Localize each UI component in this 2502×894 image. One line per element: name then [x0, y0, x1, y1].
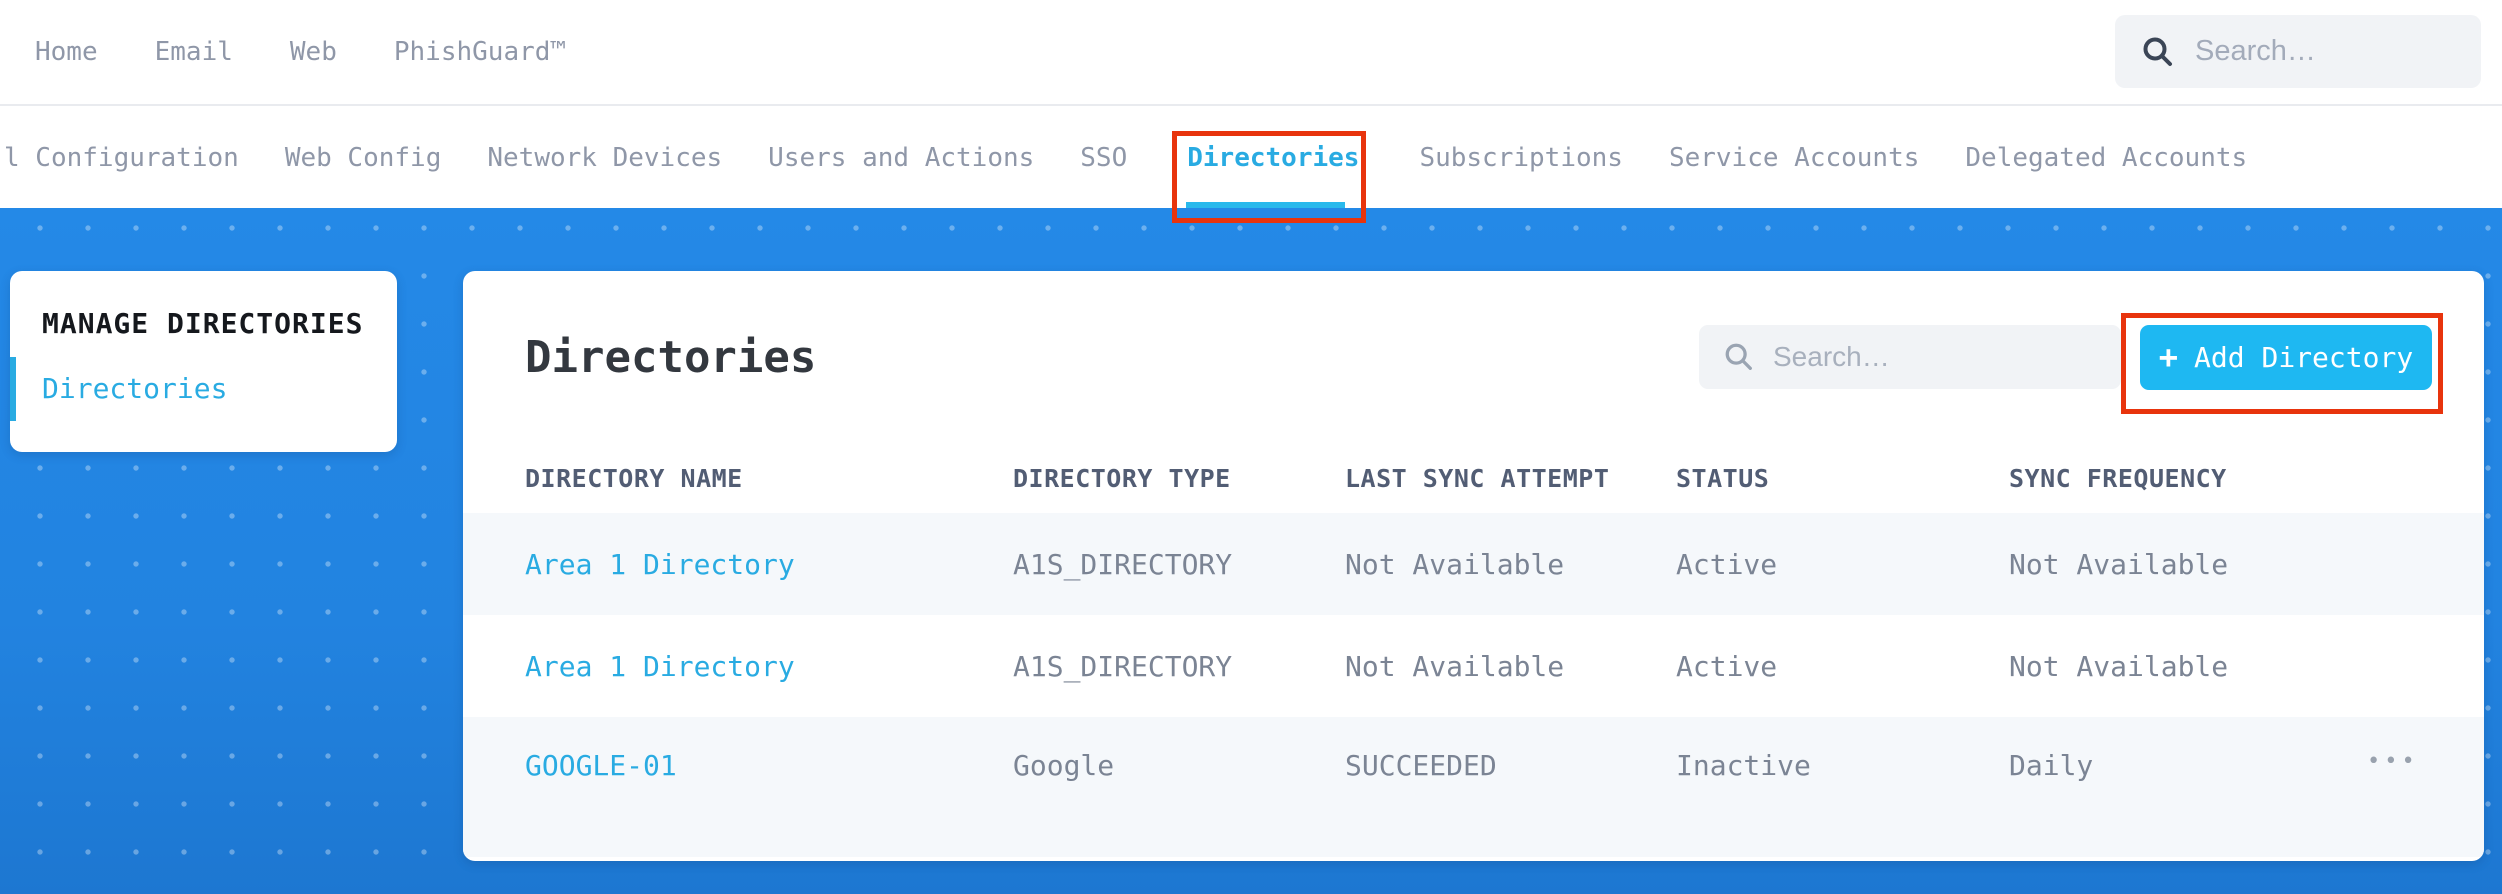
- status-cell: Inactive: [1676, 749, 1811, 782]
- column-header-last-sync: LAST SYNC ATTEMPT: [1345, 463, 1610, 493]
- tab-subscriptions[interactable]: Subscriptions: [1419, 143, 1623, 173]
- row-actions-menu-icon[interactable]: •••: [2367, 749, 2419, 774]
- last-sync-cell: Not Available: [1345, 649, 1565, 683]
- table-header-row: DIRECTORY NAME DIRECTORY TYPE LAST SYNC …: [463, 443, 2484, 513]
- table-row: GOOGLE-01 Google SUCCEEDED Inactive Dail…: [463, 717, 2484, 857]
- directory-type-cell: Google: [1013, 749, 1115, 782]
- directory-name-link[interactable]: Area 1 Directory: [525, 650, 1013, 683]
- nav-item-home[interactable]: Home: [35, 37, 98, 67]
- sidebar-active-bar: [10, 357, 16, 421]
- primary-nav: Home Email Web PhishGuard™: [35, 37, 566, 67]
- nav-item-web[interactable]: Web: [290, 37, 337, 67]
- search-icon: [2141, 35, 2175, 69]
- directory-search-placeholder: Search…: [1773, 341, 1890, 372]
- tab-delegated-accounts[interactable]: Delegated Accounts: [1965, 143, 2247, 173]
- directory-name-link[interactable]: GOOGLE-01: [525, 749, 1013, 782]
- column-header-directory-name: DIRECTORY NAME: [525, 463, 743, 493]
- top-bar: Home Email Web PhishGuard™ Search…: [0, 0, 2502, 106]
- workspace-background: MANAGE DIRECTORIES Directories Directori…: [0, 208, 2502, 894]
- nav-item-email[interactable]: Email: [155, 37, 233, 67]
- app-window: Home Email Web PhishGuard™ Search… l Con…: [0, 0, 2502, 894]
- global-search-input[interactable]: Search…: [2115, 15, 2481, 88]
- table-row: Area 1 Directory A1S_DIRECTORY Not Avail…: [463, 513, 2484, 615]
- page-title: Directories: [525, 331, 817, 383]
- status-cell: Active: [1676, 547, 1778, 581]
- tab-network-devices[interactable]: Network Devices: [487, 143, 722, 173]
- global-search-placeholder: Search…: [2195, 35, 2316, 67]
- tab-web-config[interactable]: Web Config: [285, 143, 442, 173]
- sync-frequency-cell: Not Available: [2009, 547, 2229, 581]
- directory-type-cell: A1S_DIRECTORY: [1013, 547, 1233, 581]
- sync-frequency-cell: Not Available: [2009, 649, 2229, 683]
- directory-type-cell: A1S_DIRECTORY: [1013, 649, 1233, 683]
- directory-name-link[interactable]: Area 1 Directory: [525, 548, 1013, 581]
- sidebar-card: MANAGE DIRECTORIES Directories: [10, 271, 397, 452]
- search-icon: [1723, 341, 1755, 373]
- column-header-sync-frequency: SYNC FREQUENCY: [2009, 463, 2227, 493]
- tab-users-and-actions[interactable]: Users and Actions: [768, 143, 1034, 173]
- status-cell: Active: [1676, 649, 1778, 683]
- sidebar-item-directories[interactable]: Directories: [10, 372, 397, 405]
- sidebar-heading: MANAGE DIRECTORIES: [42, 307, 364, 340]
- nav-item-phishguard[interactable]: PhishGuard™: [394, 37, 566, 67]
- annotation-box-add-directory: [2121, 313, 2443, 414]
- column-header-directory-type: DIRECTORY TYPE: [1013, 463, 1231, 493]
- directory-search-input[interactable]: Search…: [1699, 325, 2121, 389]
- sync-frequency-cell: Daily: [2009, 749, 2094, 782]
- last-sync-cell: Not Available: [1345, 547, 1565, 581]
- tab-service-accounts[interactable]: Service Accounts: [1669, 143, 1919, 173]
- last-sync-cell: SUCCEEDED: [1345, 749, 1497, 782]
- annotation-box-directories-tab: [1172, 131, 1366, 223]
- column-header-status: STATUS: [1676, 463, 1770, 493]
- tab-configuration[interactable]: l Configuration: [4, 143, 239, 173]
- table-row: Area 1 Directory A1S_DIRECTORY Not Avail…: [463, 615, 2484, 717]
- tab-sso[interactable]: SSO: [1080, 143, 1127, 173]
